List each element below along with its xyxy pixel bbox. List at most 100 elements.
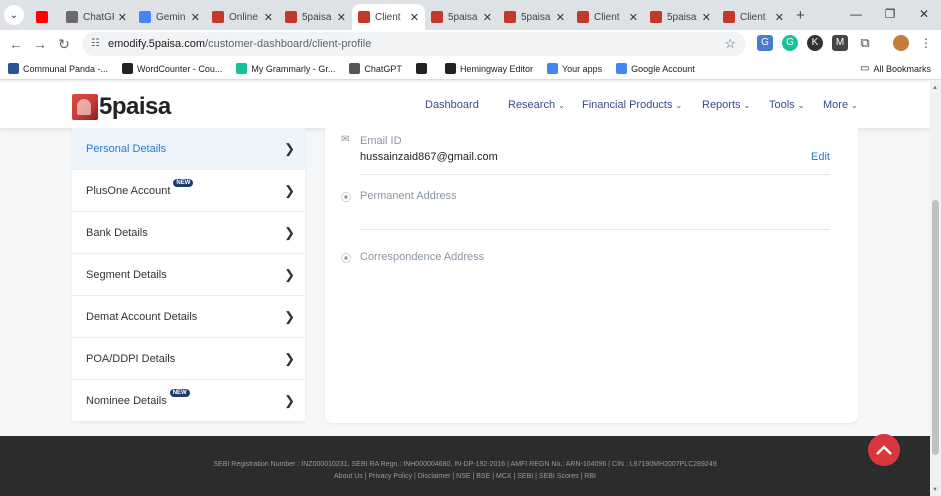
browser-tab[interactable]: Client ✕ xyxy=(571,4,644,30)
sidebar-item[interactable]: Bank Details ❯ xyxy=(72,212,305,254)
back-icon[interactable]: ← xyxy=(4,36,28,52)
email-label: Email ID xyxy=(360,135,402,147)
chevron-right-icon: ❯ xyxy=(284,183,295,198)
youtube-icon xyxy=(36,11,48,23)
profile-avatar[interactable] xyxy=(893,35,909,51)
bookmark-favicon-icon xyxy=(546,63,558,74)
sidebar-item-label: Bank Details xyxy=(86,226,148,239)
translate-extension-icon[interactable]: G xyxy=(757,35,773,51)
page-scrollbar[interactable]: ▲ ▼ xyxy=(930,82,941,496)
bookmark-favicon-icon xyxy=(415,63,427,74)
nav-tools[interactable]: Tools ⌄ xyxy=(769,99,804,111)
scroll-down-icon[interactable]: ▼ xyxy=(932,487,938,493)
bookmark-item[interactable]: Communal Panda -... xyxy=(8,63,108,74)
tab-title: 5paisa xyxy=(667,11,697,23)
scrollbar-thumb[interactable] xyxy=(932,200,939,455)
edit-email-link[interactable]: Edit xyxy=(811,151,830,163)
nav-financial-products-label: Financial Products xyxy=(582,99,673,111)
nav-reports[interactable]: Reports ⌄ xyxy=(702,99,750,111)
bookmark-item[interactable]: Google Account xyxy=(616,63,695,74)
tab-title: Gemin xyxy=(156,11,186,23)
extension-m-icon[interactable]: M xyxy=(832,35,848,51)
site-header: 5paisa Dashboard Research ⌄ Financial Pro… xyxy=(0,82,930,128)
tab-favicon-icon xyxy=(66,11,78,23)
bookmark-item[interactable]: Your apps xyxy=(546,63,602,74)
grammarly-extension-icon[interactable]: G xyxy=(782,35,798,51)
browser-tab[interactable]: 5paisa ✕ xyxy=(498,4,571,30)
bookmark-star-icon[interactable]: ☆ xyxy=(724,36,736,52)
browser-toolbar: ← → ↻ ☷ emodify.5paisa.com/customer-dash… xyxy=(0,30,941,58)
nav-financial-products[interactable]: Financial Products ⌄ xyxy=(582,99,682,111)
chevron-right-icon: ❯ xyxy=(284,351,295,366)
site-logo[interactable]: 5paisa xyxy=(72,93,171,121)
email-value: hussainzaid867@gmail.com xyxy=(360,151,498,163)
chrome-menu-icon[interactable]: ⋮ xyxy=(918,35,934,51)
close-tab-icon[interactable]: ✕ xyxy=(118,11,127,24)
sidebar-item[interactable]: Nominee Details NEW ❯ xyxy=(72,380,305,422)
scroll-to-top-button[interactable] xyxy=(868,434,900,466)
browser-tab[interactable]: Client ✕ xyxy=(717,4,790,30)
browser-tab[interactable] xyxy=(30,4,60,30)
correspondence-address-label: Correspondence Address xyxy=(360,251,485,263)
sidebar-item[interactable]: Personal Details ❯ xyxy=(72,128,305,170)
bookmark-item[interactable]: My Grammarly - Gr... xyxy=(236,63,335,74)
extensions-puzzle-icon[interactable]: ⧉ xyxy=(857,35,873,51)
sidebar-item[interactable]: PlusOne Account NEW ❯ xyxy=(72,170,305,212)
nav-dashboard-label: Dashboard xyxy=(425,99,479,111)
bookmark-label: Communal Panda -... xyxy=(23,63,109,74)
bookmark-item[interactable]: ChatGPT xyxy=(349,63,402,74)
location-pin-icon: ⦿ xyxy=(341,193,351,204)
close-tab-icon[interactable]: ✕ xyxy=(264,11,273,24)
bookmark-item[interactable] xyxy=(415,63,431,74)
all-bookmarks-button[interactable]: ▭ All Bookmarks xyxy=(860,63,931,74)
sidebar-item[interactable]: Demat Account Details ❯ xyxy=(72,296,305,338)
scroll-up-icon[interactable]: ▲ xyxy=(932,85,938,91)
tab-favicon-icon xyxy=(139,11,151,23)
tab-favicon-icon xyxy=(358,11,370,23)
close-tab-icon[interactable]: ✕ xyxy=(629,11,638,24)
browser-tab[interactable]: 5paisa ✕ xyxy=(425,4,498,30)
nav-more[interactable]: More ⌄ xyxy=(823,99,858,111)
site-info-icon[interactable]: ☷ xyxy=(91,38,100,49)
bookmark-favicon-icon xyxy=(349,63,361,74)
close-tab-icon[interactable]: ✕ xyxy=(775,11,784,24)
new-badge: NEW xyxy=(169,388,190,397)
browser-tab[interactable]: Client ✕ xyxy=(352,4,425,30)
nav-reports-label: Reports xyxy=(702,99,741,111)
sidebar-item[interactable]: Segment Details ❯ xyxy=(72,254,305,296)
nav-research[interactable]: Research ⌄ xyxy=(508,99,565,111)
close-tab-icon[interactable]: ✕ xyxy=(702,11,711,24)
extension-icon[interactable]: K xyxy=(807,35,823,51)
close-tab-icon[interactable]: ✕ xyxy=(410,11,419,24)
browser-tab[interactable]: ChatGP ✕ xyxy=(60,4,133,30)
bookmark-item[interactable]: Hemingway Editor xyxy=(444,63,533,74)
new-tab-button[interactable]: + xyxy=(796,7,805,24)
browser-tab[interactable]: 5paisa ✕ xyxy=(644,4,717,30)
profile-sidebar: Personal Details ❯ PlusOne Account NEW ❯ Bank… xyxy=(72,128,305,422)
sidebar-item[interactable]: POA/DDPI Details ❯ xyxy=(72,338,305,380)
tab-title: Client xyxy=(740,11,766,23)
site-footer: SEBI Registration Number : INZ000010231,… xyxy=(0,436,930,496)
close-tab-icon[interactable]: ✕ xyxy=(483,11,492,24)
browser-tab[interactable]: Online ✕ xyxy=(206,4,279,30)
bookmark-item[interactable]: WordCounter - Cou... xyxy=(122,63,222,74)
close-window-icon[interactable]: ✕ xyxy=(907,0,941,28)
restore-icon[interactable]: ❐ xyxy=(873,0,907,28)
forward-icon[interactable]: → xyxy=(28,36,52,52)
nav-dashboard[interactable]: Dashboard xyxy=(425,99,479,111)
address-bar[interactable]: ☷ emodify.5paisa.com/customer-dashboard/… xyxy=(82,32,746,56)
footer-links[interactable]: About Us | Privacy Policy | Disclaimer |… xyxy=(0,473,930,480)
browser-tab[interactable]: 5paisa ✕ xyxy=(279,4,352,30)
tab-favicon-icon xyxy=(285,11,297,23)
nav-tools-label: Tools xyxy=(769,99,795,111)
tab-search-button[interactable]: ⌄ xyxy=(4,5,24,25)
bookmark-label: My Grammarly - Gr... xyxy=(251,63,336,74)
tab-favicon-icon xyxy=(577,11,589,23)
sidebar-item-label: Personal Details xyxy=(86,142,167,155)
close-tab-icon[interactable]: ✕ xyxy=(337,11,346,24)
close-tab-icon[interactable]: ✕ xyxy=(556,11,565,24)
minimize-icon[interactable]: — xyxy=(839,0,873,28)
close-tab-icon[interactable]: ✕ xyxy=(191,11,200,24)
reload-icon[interactable]: ↻ xyxy=(52,36,76,53)
browser-tab[interactable]: Gemin ✕ xyxy=(133,4,206,30)
